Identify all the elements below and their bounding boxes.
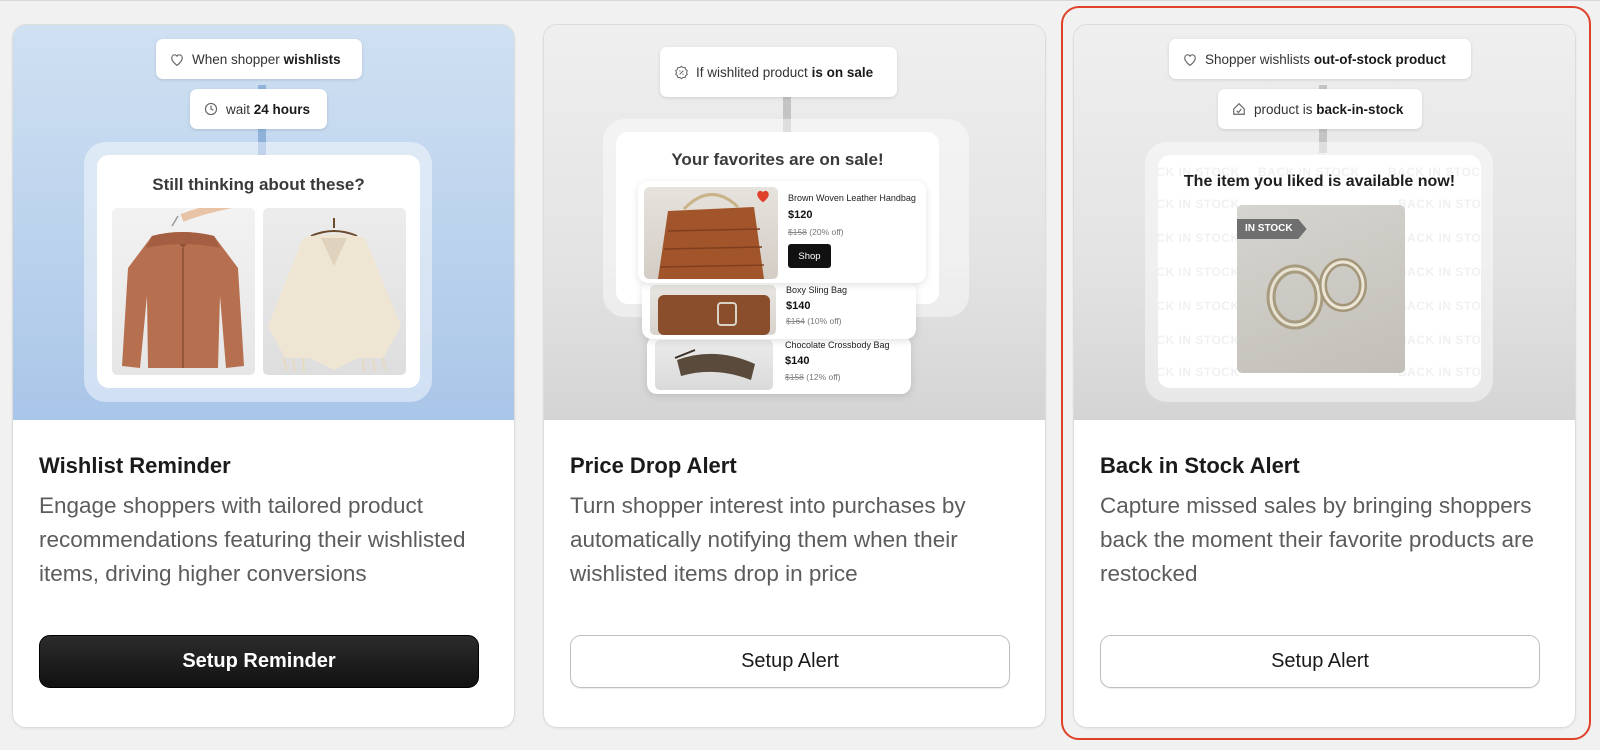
trigger-step: Shopper wishlists out-of-stock product xyxy=(1169,39,1471,79)
watermark-text: BACK IN STOCK xyxy=(1398,265,1481,279)
heart-icon xyxy=(170,53,186,66)
restock-icon xyxy=(1232,102,1248,116)
watermark-text: BACK IN STOCK xyxy=(1158,333,1240,347)
in-stock-badge: IN STOCK xyxy=(1237,219,1307,239)
product-price: $140 xyxy=(785,355,810,367)
watermark-text: BACK IN STOCK xyxy=(1158,365,1240,379)
sale-product-item: Boxy Sling Bag $140 $164 (10% off) xyxy=(642,281,916,339)
watermark-text: BACK IN STOCK xyxy=(1158,197,1240,211)
product-image-jacket xyxy=(112,208,255,375)
condition-step-text: product is back-in-stock xyxy=(1254,101,1404,117)
setup-alert-button[interactable]: Setup Alert xyxy=(1100,635,1540,688)
setup-alert-button[interactable]: Setup Alert xyxy=(570,635,1010,688)
watermark-text: BACK IN STOCK xyxy=(1398,197,1481,211)
product-old-price: $164 (10% off) xyxy=(786,316,842,326)
sale-product-item: Brown Woven Leather Handbag $120 $158 (2… xyxy=(638,181,926,283)
card-price-drop-alert[interactable]: If wishlited product is on sale Your fav… xyxy=(543,24,1046,728)
hero-illustration: If wishlited product is on sale Your fav… xyxy=(544,25,1045,420)
hero-illustration: When shopper wishlists wait 24 hours Sti… xyxy=(13,25,514,420)
watermark-text: BACK IN STOCK xyxy=(1398,231,1481,245)
watermark-text: BACK IN STOCK xyxy=(1398,299,1481,313)
wait-step-text: wait 24 hours xyxy=(226,101,311,117)
email-title: Still thinking about these? xyxy=(152,175,365,194)
card-title: Wishlist Reminder xyxy=(39,453,231,478)
heart-icon[interactable] xyxy=(755,189,771,208)
watermark-text: BACK IN STOCK xyxy=(1398,365,1481,379)
card-back-in-stock-alert[interactable]: Shopper wishlists out-of-stock product p… xyxy=(1073,24,1576,728)
product-image-sweater xyxy=(263,208,406,375)
card-description: Capture missed sales by bringing shopper… xyxy=(1100,493,1534,586)
sale-product-item: Chocolate Crossbody Bag $140 $158 (12% o… xyxy=(647,336,911,394)
top-divider xyxy=(0,0,1600,1)
watermark-text: BACK IN STOCK xyxy=(1158,299,1240,313)
product-price: $120 xyxy=(788,209,813,221)
card-title: Price Drop Alert xyxy=(570,453,737,478)
sale-tag-icon xyxy=(674,65,690,80)
product-name: Boxy Sling Bag xyxy=(786,285,848,295)
email-title: Your favorites are on sale! xyxy=(671,150,884,169)
card-title: Back in Stock Alert xyxy=(1100,453,1300,478)
trigger-step: When shopper wishlists xyxy=(156,39,362,79)
email-title: The item you liked is available now! xyxy=(1183,173,1456,190)
email-preview: BACK IN STOCK BACK IN STOCK BACK IN STOC… xyxy=(1158,155,1481,388)
wait-step: wait 24 hours xyxy=(190,89,327,129)
clock-icon xyxy=(204,102,220,116)
watermark-text: BACK IN STOCK xyxy=(1398,333,1481,347)
product-old-price: $158 (12% off) xyxy=(785,372,841,382)
trigger-step-text: When shopper wishlists xyxy=(192,51,341,67)
trigger-step-text: If wishlited product is on sale xyxy=(696,64,874,80)
shop-button[interactable]: Shop xyxy=(788,244,831,268)
product-thumbnail xyxy=(655,340,773,390)
card-description: Turn shopper interest into purchases by … xyxy=(570,493,966,586)
card-wishlist-reminder[interactable]: When shopper wishlists wait 24 hours Sti… xyxy=(12,24,515,728)
watermark-text: BACK IN STOCK xyxy=(1158,265,1240,279)
product-price: $140 xyxy=(786,300,811,312)
product-name: Brown Woven Leather Handbag xyxy=(788,193,916,203)
heart-icon xyxy=(1183,53,1199,66)
product-old-price: $158 (20% off) xyxy=(788,227,844,237)
watermark-text: BACK IN STOCK xyxy=(1158,231,1240,245)
email-preview: Still thinking about these? xyxy=(97,155,420,388)
card-description: Engage shoppers with tailored product re… xyxy=(39,493,466,586)
setup-reminder-button[interactable]: Setup Reminder xyxy=(39,635,479,688)
trigger-step-text: Shopper wishlists out-of-stock product xyxy=(1205,51,1446,67)
product-thumbnail xyxy=(650,285,776,335)
product-name: Chocolate Crossbody Bag xyxy=(785,340,890,350)
trigger-step: If wishlited product is on sale xyxy=(660,47,897,97)
condition-step: product is back-in-stock xyxy=(1218,89,1422,129)
hero-illustration: Shopper wishlists out-of-stock product p… xyxy=(1074,25,1575,420)
